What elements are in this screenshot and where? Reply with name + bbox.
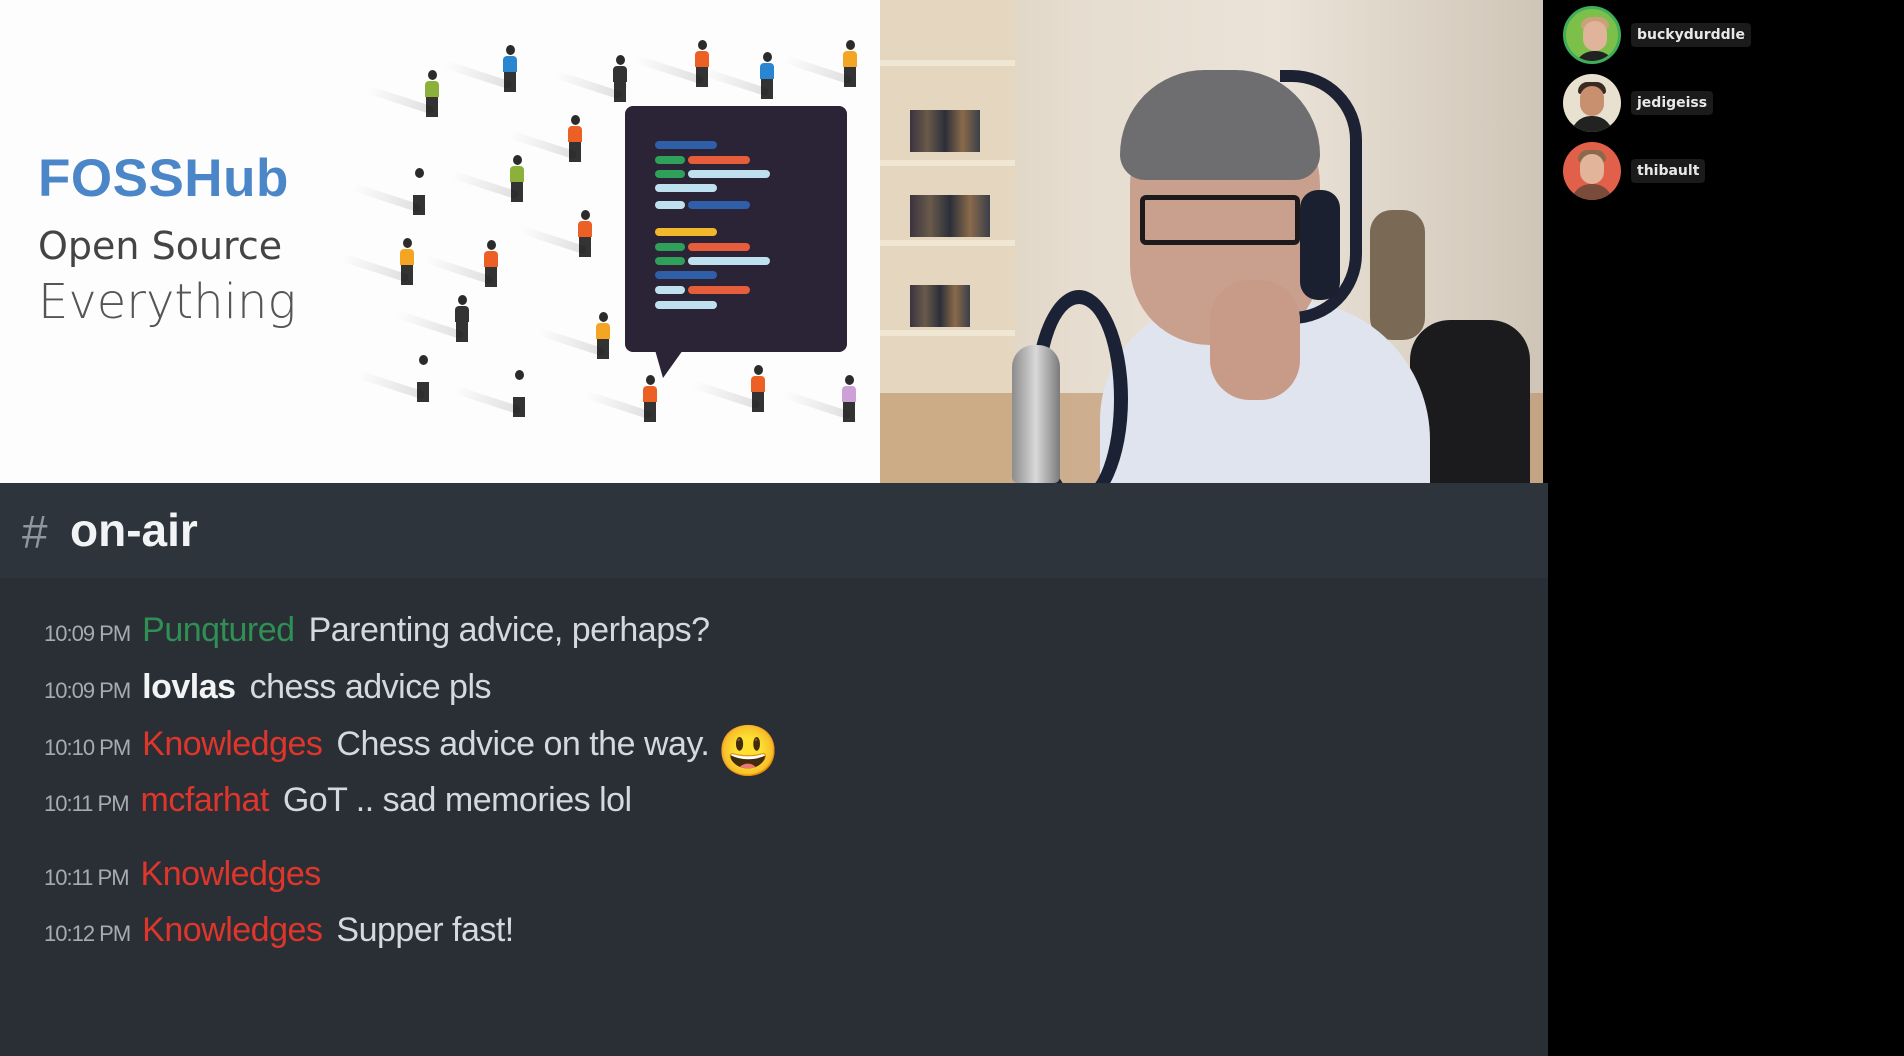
participant-thibault[interactable]: thibault (1555, 142, 1855, 202)
participant-name: thibault (1631, 159, 1706, 183)
chat-message: 10:09 PM lovlas chess advice pls (44, 668, 492, 707)
hash-channel-icon: # (22, 506, 48, 558)
person-figure-icon (508, 115, 582, 162)
message-text: Supper fast! (336, 911, 514, 949)
message-timestamp: 10:11 PM (44, 865, 130, 890)
fosshub-slide: FOSSHub Open Source Everything (0, 0, 880, 483)
avatar (1563, 74, 1621, 132)
person-figure-icon (782, 375, 856, 422)
person-figure-icon (783, 40, 857, 87)
message-timestamp: 10:12 PM (44, 921, 131, 946)
person-figure-icon (452, 370, 526, 417)
participant-name: jedigeiss (1631, 91, 1714, 115)
glasses (1140, 195, 1300, 245)
person-figure-icon (395, 295, 469, 342)
chat-message: 10:12 PM Knowledges Supper fast! (44, 911, 514, 950)
person-figure-icon (518, 210, 592, 257)
code-speech-bubble-icon (625, 106, 847, 378)
chat-overlay: # on-air 10:09 PMRivai222Me and the cere… (0, 483, 1548, 1056)
message-text: GoT .. sad memories lol (282, 781, 632, 819)
chat-message: 10:11 PM mcfarhat GoT .. sad memories lol (44, 781, 632, 820)
person-figure-icon (691, 365, 765, 412)
message-username[interactable]: Knowledges (142, 725, 323, 764)
guitar-case (1370, 210, 1425, 340)
tagline-open-source: Open Source (38, 224, 283, 268)
person-figure-icon (583, 375, 657, 422)
chat-message: 10:09 PM Punqtured Parenting advice, perha… (44, 611, 710, 650)
fosshub-logo-text: FOSSHub (38, 149, 289, 208)
message-timestamp: 10:09 PM (44, 621, 131, 646)
message-text: Parenting advice, perhaps? (308, 611, 710, 649)
channel-name: on-air (70, 504, 198, 556)
message-username[interactable]: lovlas (142, 668, 236, 707)
presenter-webcam-video (880, 0, 1543, 483)
participant-buckydurddle[interactable]: buckydurddle (1555, 6, 1855, 66)
person-figure-icon (424, 240, 498, 287)
chat-message: 10:10 PM Knowledges Chess advice on the wa… (44, 725, 780, 776)
person-figure-icon (443, 45, 517, 92)
person-figure-icon (365, 70, 439, 117)
voice-participants-list: buckydurddle jedigeiss thibault (1555, 0, 1904, 210)
message-username[interactable]: Knowledges (141, 855, 322, 894)
participant-name: buckydurddle (1631, 23, 1751, 47)
person-figure-icon (340, 238, 414, 285)
person-figure-icon (536, 312, 610, 359)
tagline-everything: Everything (38, 274, 297, 330)
message-timestamp: 10:09 PM (44, 678, 131, 703)
message-username[interactable]: Knowledges (142, 911, 323, 950)
studio-microphone (1012, 345, 1060, 483)
person-figure-icon (700, 52, 774, 99)
message-timestamp: 10:11 PM (44, 791, 130, 816)
message-username[interactable]: mcfarhat (141, 781, 270, 820)
grinning-face-emoji-icon: 😃 (717, 722, 780, 779)
channel-header: # on-air (0, 483, 1548, 578)
person-figure-icon (352, 168, 426, 215)
message-text: chess advice pls (249, 668, 492, 706)
avatar (1563, 6, 1621, 64)
person-figure-icon (553, 55, 627, 102)
person-figure-icon (356, 355, 430, 402)
avatar (1563, 142, 1621, 200)
person-figure-icon (450, 155, 524, 202)
person-figure-icon (635, 40, 709, 87)
message-text: Chess advice on the way. (336, 725, 710, 763)
message-username[interactable]: Punqtured (142, 611, 295, 650)
chat-message: 10:11 PM Knowledges (44, 855, 335, 894)
participant-jedigeiss[interactable]: jedigeiss (1555, 74, 1855, 134)
message-timestamp: 10:10 PM (44, 735, 131, 760)
